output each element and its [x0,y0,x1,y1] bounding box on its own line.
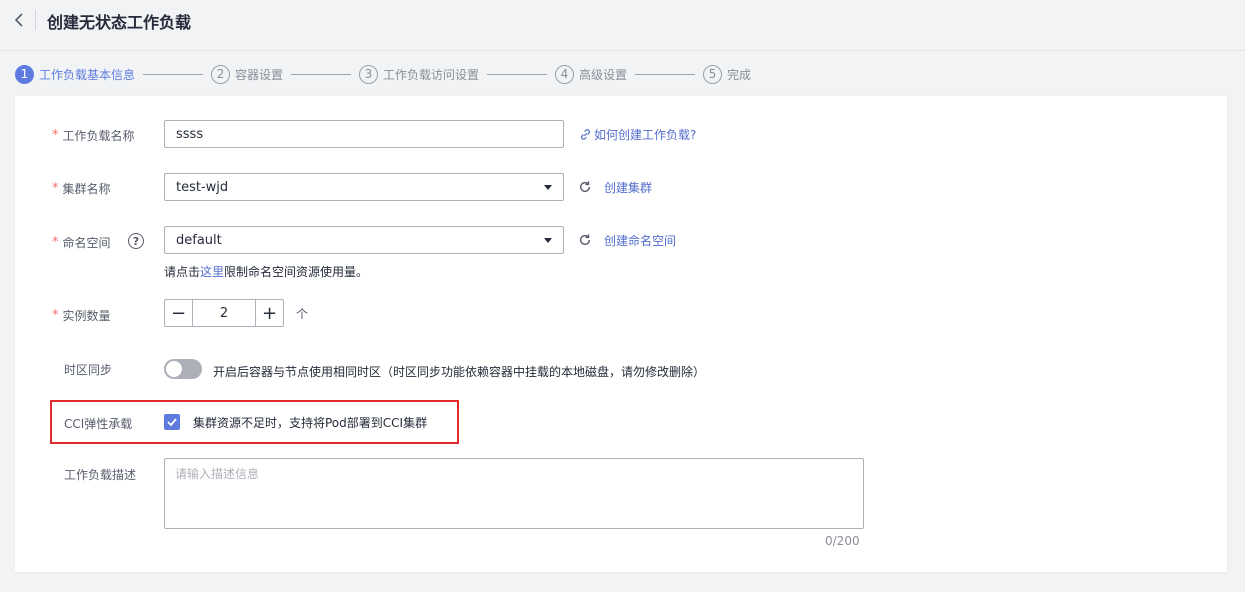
label-text: 工作负载名称 [62,129,135,143]
instances-unit: 个 [296,307,309,321]
cluster-select-value: test-wjd [176,179,229,195]
create-namespace-link[interactable]: 创建命名空间 [604,232,676,249]
description-label: 工作负载描述 [64,468,137,482]
step-advanced-settings[interactable]: 4 高级设置 [555,64,627,84]
instances-value[interactable]: 2 [192,300,256,326]
workload-name-input[interactable]: ssss [164,120,564,148]
cci-checkbox[interactable] [164,414,180,430]
increment-button[interactable]: + [256,300,283,326]
step-connector [635,74,695,75]
instances-stepper: − 2 + [164,299,284,327]
cluster-select[interactable]: test-wjd [164,173,564,201]
step-number: 2 [211,64,230,84]
label-text: 实例数量 [62,309,111,323]
step-number: 3 [359,64,378,84]
cci-label: CCI弹性承载 [64,417,133,431]
form-card: * 工作负载名称 ssss 如何创建工作负载? * 集群名称 test-wjd … [15,96,1227,572]
here-link[interactable]: 这里 [200,265,224,279]
required-mark: * [52,308,59,323]
step-complete[interactable]: 5 完成 [703,64,751,84]
timezone-toggle[interactable] [164,359,202,379]
timezone-label: 时区同步 [64,363,113,377]
hint-prefix: 请点击 [164,265,201,279]
instances-label: * 实例数量 [52,307,111,324]
divider [35,10,36,30]
create-cluster-link[interactable]: 创建集群 [604,179,652,196]
description-textarea[interactable]: 请输入描述信息 [164,458,864,529]
cluster-label: * 集群名称 [52,180,111,197]
caret-down-icon [544,185,552,190]
checkmark-icon [167,418,177,427]
step-label: 高级设置 [579,67,628,82]
step-label: 容器设置 [235,67,284,82]
label-text: 命名空间 [62,236,111,250]
workload-name-label: * 工作负载名称 [52,127,135,144]
timezone-description: 开启后容器与节点使用相同时区（时区同步功能依赖容器中挂载的本地磁盘，请勿修改删除… [213,365,706,379]
page-title: 创建无状态工作负载 [47,13,192,32]
help-icon[interactable]: ? [128,233,144,249]
required-mark: * [52,128,59,143]
step-label: 工作负载基本信息 [39,67,136,82]
step-container-settings[interactable]: 2 容器设置 [211,64,283,84]
step-progress: 1 工作负载基本信息 2 容器设置 3 工作负载访问设置 4 高级设置 5 完成 [0,62,1245,88]
step-number: 5 [703,64,722,84]
refresh-icon[interactable] [578,233,592,247]
required-mark: * [52,235,59,250]
namespace-label: * 命名空间 [52,234,111,251]
top-bar: 创建无状态工作负载 [0,0,1245,51]
label-text: 集群名称 [62,182,111,196]
step-number: 4 [555,64,574,84]
link-text: 如何创建工作负载? [594,128,697,142]
step-basic-info[interactable]: 1 工作负载基本信息 [15,64,135,84]
step-connector [143,74,203,75]
namespace-hint: 请点击这里限制命名空间资源使用量。 [164,263,368,280]
step-number: 1 [15,64,34,84]
hint-suffix: 限制命名空间资源使用量。 [224,265,369,279]
refresh-icon[interactable] [578,180,592,194]
toggle-knob [166,361,182,377]
step-label: 完成 [727,67,752,82]
namespace-select[interactable]: default [164,226,564,254]
step-label: 工作负载访问设置 [383,67,480,82]
caret-down-icon [544,238,552,243]
link-icon [581,129,590,140]
step-connector [487,74,547,75]
step-connector [291,74,351,75]
required-mark: * [52,181,59,196]
character-counter: 0/200 [825,534,860,548]
how-to-create-link[interactable]: 如何创建工作负载? [579,126,696,143]
decrement-button[interactable]: − [165,300,192,326]
back-arrow-icon[interactable] [12,12,28,28]
step-access-settings[interactable]: 3 工作负载访问设置 [359,64,479,84]
cci-description: 集群资源不足时，支持将Pod部署到CCI集群 [193,416,428,430]
namespace-select-value: default [176,232,222,248]
